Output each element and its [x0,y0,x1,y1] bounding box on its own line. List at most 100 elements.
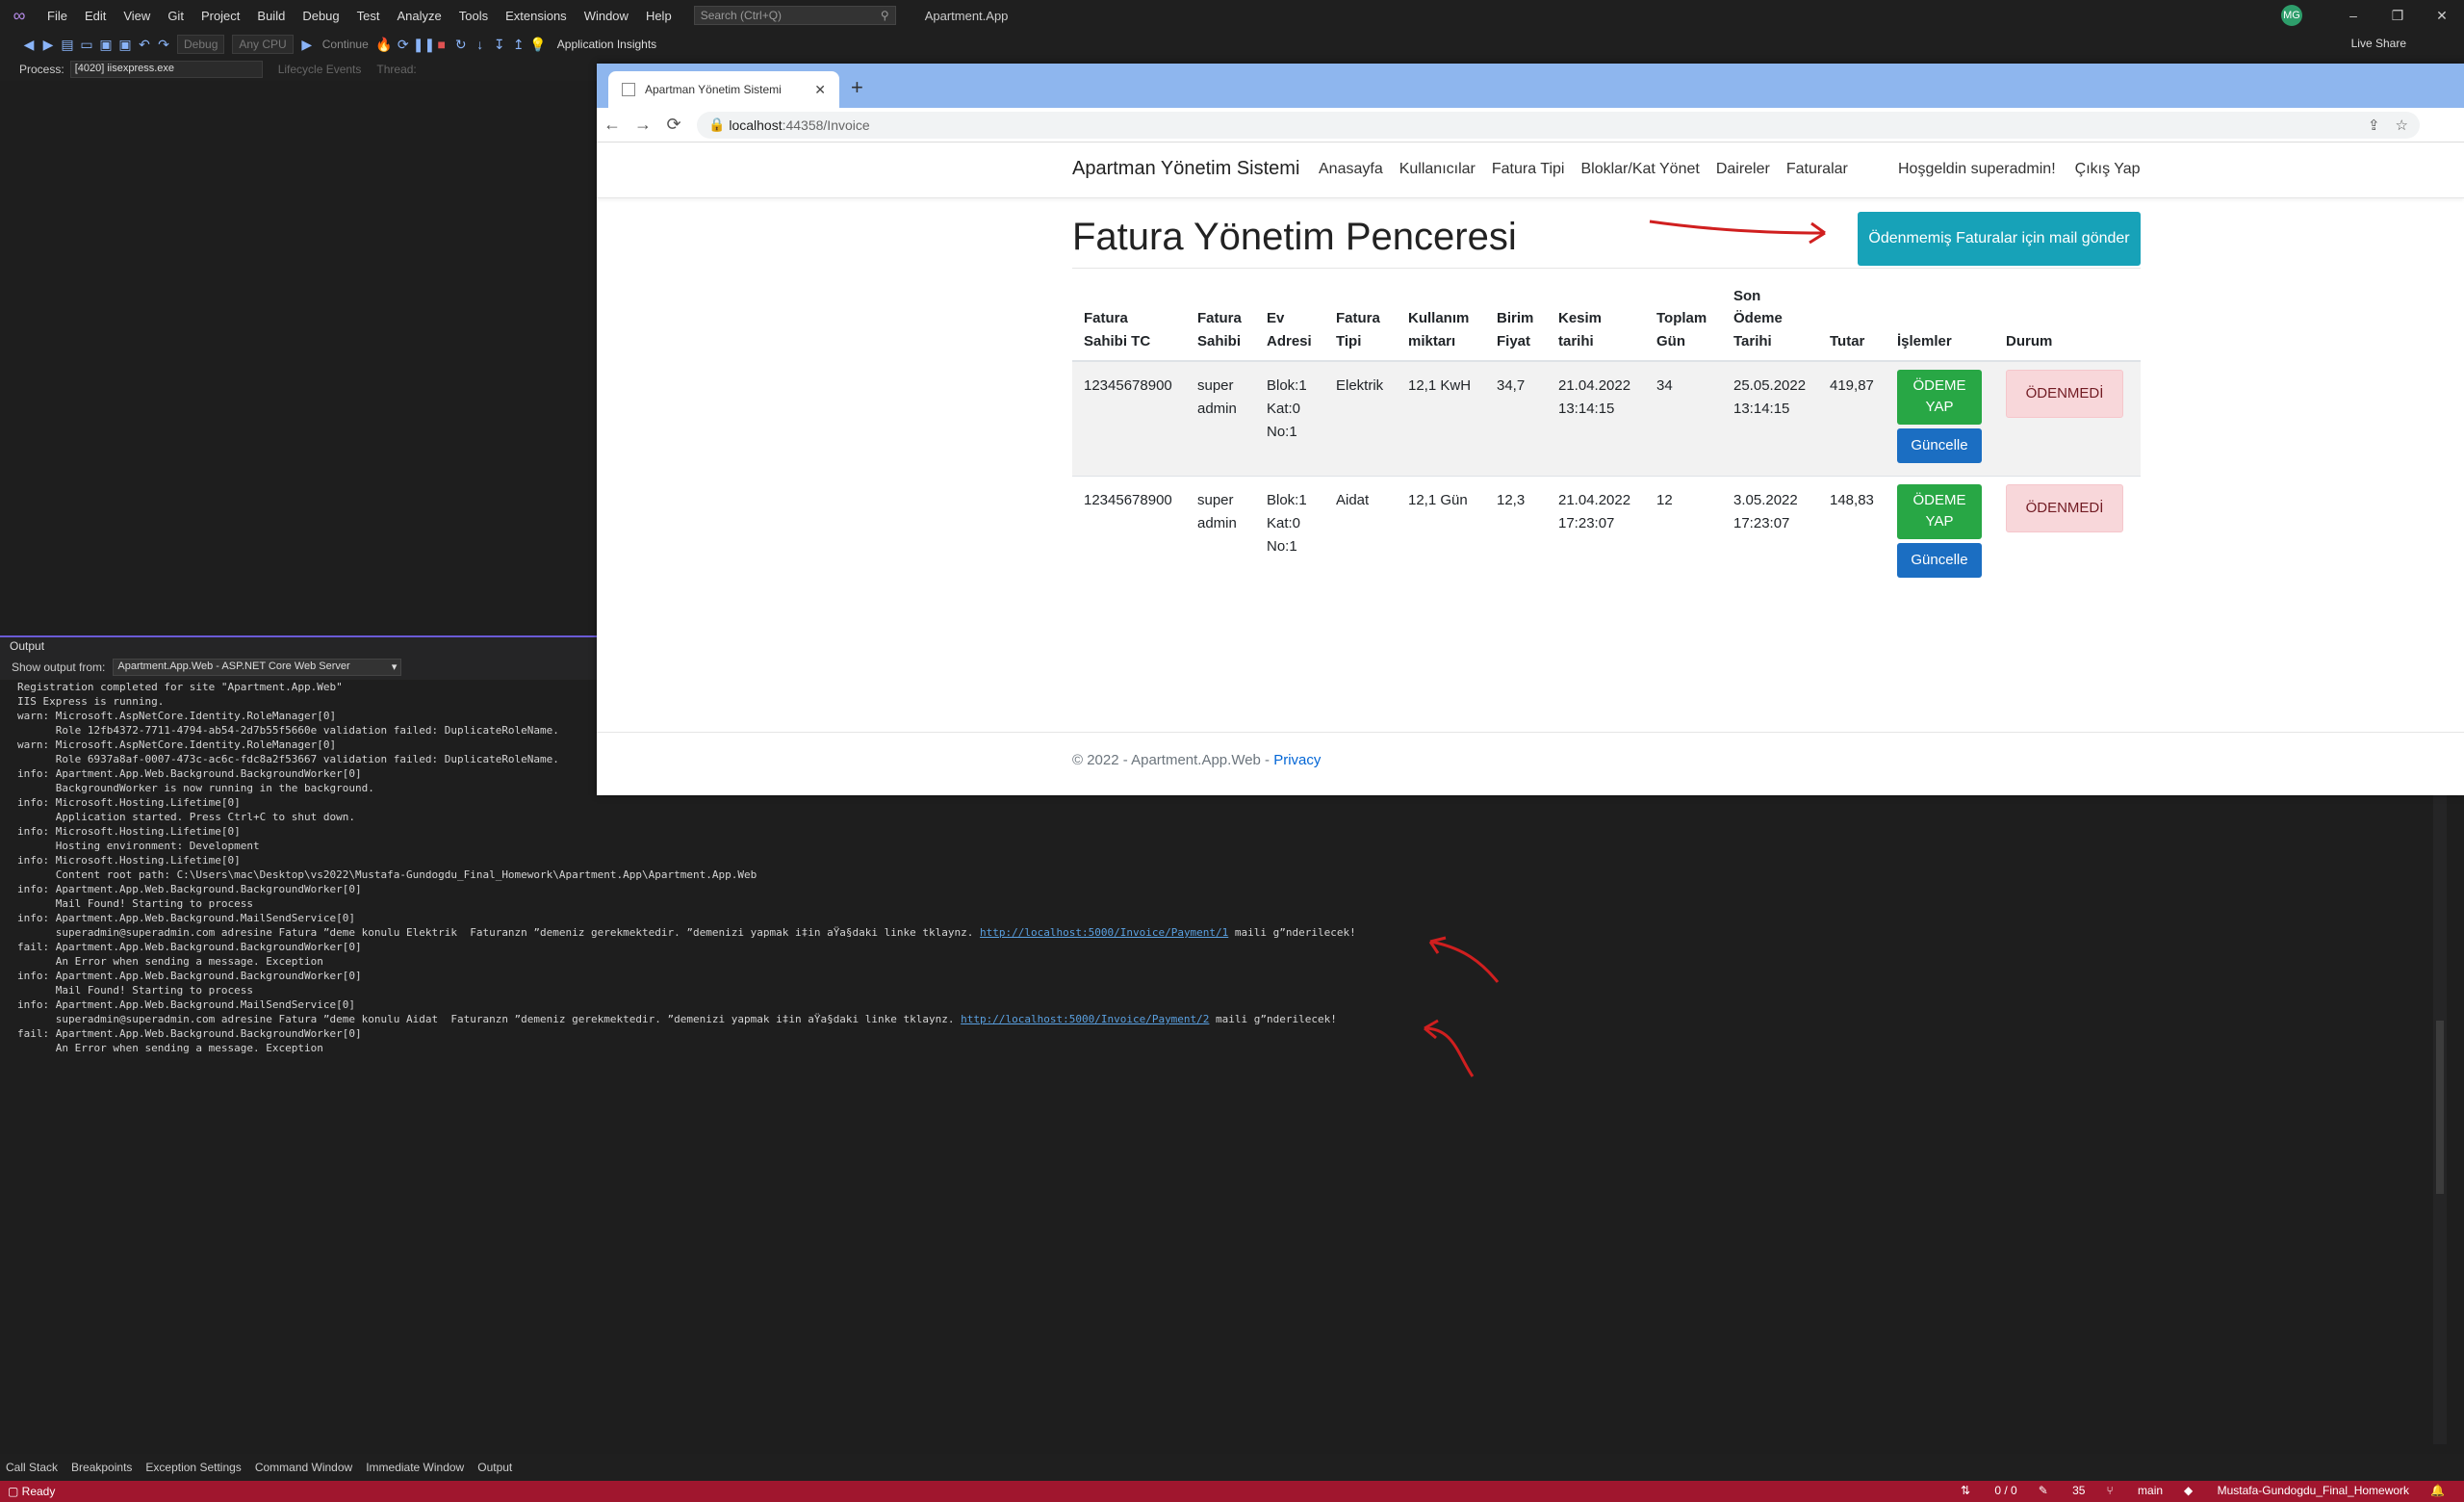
menu-view[interactable]: View [115,9,159,23]
platform-select[interactable]: Any CPU [232,35,294,54]
cell-days: 12 [1645,475,1722,590]
back-icon[interactable]: ◀ [19,37,38,53]
address-bar-row: ← → ⟳ 🔒 localhost :44358/Invoice ⇪ ☆ [597,108,2464,142]
redo-icon[interactable]: ↷ [154,37,173,53]
update-button[interactable]: Güncelle [1897,427,1982,463]
reload-icon[interactable]: ⟳ [658,115,689,135]
visual-studio-window: ∞ File Edit View Git Project Build Debug… [0,0,2464,1502]
step-out-icon[interactable]: ↥ [509,37,528,53]
open-icon[interactable]: ▭ [77,37,96,53]
forward-arrow-icon[interactable]: → [628,115,658,135]
menu-edit[interactable]: Edit [76,9,115,23]
logout-link[interactable]: Çıkış Yap [2075,161,2141,178]
status-edits[interactable]: ✎ 35 [2039,1484,2086,1497]
nav-bloklar[interactable]: Bloklar/Kat Yönet [1580,161,1699,178]
tab-title: Apartman Yönetim Sistemi [645,83,782,96]
menu-debug[interactable]: Debug [294,9,347,23]
lifecycle-events-button[interactable]: Lifecycle Events [278,63,362,76]
status-errors[interactable]: ⇅ 0 / 0 [1961,1484,2017,1497]
url-input[interactable]: 🔒 localhost :44358/Invoice ⇪ ☆ [697,111,2420,139]
menu-tools[interactable]: Tools [450,9,497,23]
notifications-icon[interactable]: 🔔 [2430,1484,2445,1497]
menu-window[interactable]: Window [576,9,637,23]
cell-days: 34 [1645,360,1722,477]
close-tab-icon[interactable]: ✕ [814,82,826,98]
url-host: localhost [729,117,783,133]
process-select[interactable]: [4020] iisexpress.exe [69,61,263,78]
share-icon[interactable]: ⇪ [2368,117,2380,134]
site-brand[interactable]: Apartman Yönetim Sistemi [1072,158,1299,180]
menu-help[interactable]: Help [637,9,680,23]
nav-daireler[interactable]: Daireler [1716,161,1770,178]
hot-reload-icon[interactable]: 🔥 [374,37,394,53]
restart-icon[interactable]: ↻ [451,37,471,53]
update-button[interactable]: Güncelle [1897,542,1982,578]
refresh-icon[interactable]: ⟳ [394,37,413,53]
save-all-icon[interactable]: ▣ [116,37,135,53]
step-into-icon[interactable]: ↧ [490,37,509,53]
save-icon[interactable]: ▣ [96,37,116,53]
tab-call-stack[interactable]: Call Stack [6,1461,58,1474]
nav-anasayfa[interactable]: Anasayfa [1319,161,1383,178]
stop-icon[interactable]: ■ [432,37,451,52]
new-project-icon[interactable]: ▤ [58,37,77,53]
menu-project[interactable]: Project [192,9,248,23]
continue-button[interactable]: Continue [322,38,369,51]
step-over-icon[interactable]: ↓ [471,37,490,52]
menu-file[interactable]: File [38,9,76,23]
greeting-link[interactable]: Hoşgeldin superadmin! [1898,161,2056,178]
tab-exception-settings[interactable]: Exception Settings [145,1461,241,1474]
nav-user: Hoşgeldin superadmin! Çıkış Yap [1898,161,2160,178]
menu-extensions[interactable]: Extensions [497,9,576,23]
nav-fatura-tipi[interactable]: Fatura Tipi [1492,161,1565,178]
col-header: Birim Fiyat [1485,277,1547,362]
payment-link-2[interactable]: http://localhost:5000/Invoice/Payment/2 [961,1013,1209,1025]
back-arrow-icon[interactable]: ← [597,115,628,135]
status-branch[interactable]: ⑂ main [2106,1484,2163,1497]
configuration-select[interactable]: Debug [177,35,225,54]
live-share-button[interactable]: Live Share [2351,37,2406,50]
tab-command-window[interactable]: Command Window [255,1461,352,1474]
forward-icon[interactable]: ▶ [38,37,58,53]
browser-tab[interactable]: Apartman Yönetim Sistemi ✕ [608,71,839,108]
tab-immediate-window[interactable]: Immediate Window [366,1461,464,1474]
visual-studio-logo-icon[interactable]: ∞ [0,6,38,26]
payment-link-1[interactable]: http://localhost:5000/Invoice/Payment/1 [980,926,1228,939]
new-tab-icon[interactable]: + [851,75,863,100]
send-mail-button[interactable]: Ödenmemiş Faturalar için mail gönder [1858,212,2141,266]
menu-analyze[interactable]: Analyze [388,9,449,23]
tab-output[interactable]: Output [477,1461,512,1474]
pay-button[interactable]: ÖDEME YAP [1897,369,1982,425]
privacy-link[interactable]: Privacy [1273,752,1321,768]
close-icon[interactable]: ✕ [2420,8,2464,24]
tool-window-tabs: Call Stack Breakpoints Exception Setting… [0,1454,2464,1481]
undo-icon[interactable]: ↶ [135,37,154,53]
scrollbar-thumb[interactable] [2436,1021,2444,1194]
menu-git[interactable]: Git [159,9,192,23]
menu-bar: ∞ File Edit View Git Project Build Debug… [0,0,2464,31]
pause-icon[interactable]: ❚❚ [413,37,435,53]
restore-icon[interactable]: ❐ [2375,8,2420,24]
cell-status: ÖDENMEDİ [1994,360,2141,477]
application-insights-button[interactable]: Application Insights [557,38,656,51]
output-title: Output [0,635,597,655]
tab-breakpoints[interactable]: Breakpoints [71,1461,132,1474]
bookmark-star-icon[interactable]: ☆ [2396,117,2408,134]
status-repo[interactable]: ◆ Mustafa-Gundogdu_Final_Homework [2184,1484,2409,1497]
minimize-icon[interactable]: – [2331,8,2375,23]
menu-test[interactable]: Test [348,9,389,23]
cell-actions: ÖDEME YAP Güncelle [1886,360,1994,477]
avatar[interactable]: MG [2281,5,2302,26]
output-source-value: Apartment.App.Web - ASP.NET Core Web Ser… [117,660,350,672]
play-icon[interactable]: ▶ [297,37,317,53]
output-source-select[interactable]: Apartment.App.Web - ASP.NET Core Web Ser… [113,659,402,676]
search-input[interactable]: Search (Ctrl+Q) ⚲ [693,6,896,25]
nav-faturalar[interactable]: Faturalar [1786,161,1848,178]
search-icon: ⚲ [880,9,889,22]
output-line: info: Apartment.App.Web.Background.MailS… [17,998,355,1011]
output-line: info: Apartment.App.Web.Background.Backg… [17,970,362,982]
pay-button[interactable]: ÖDEME YAP [1897,483,1982,539]
cell-owner: super admin [1186,475,1255,590]
menu-build[interactable]: Build [248,9,294,23]
nav-kullanicilar[interactable]: Kullanıcılar [1399,161,1476,178]
